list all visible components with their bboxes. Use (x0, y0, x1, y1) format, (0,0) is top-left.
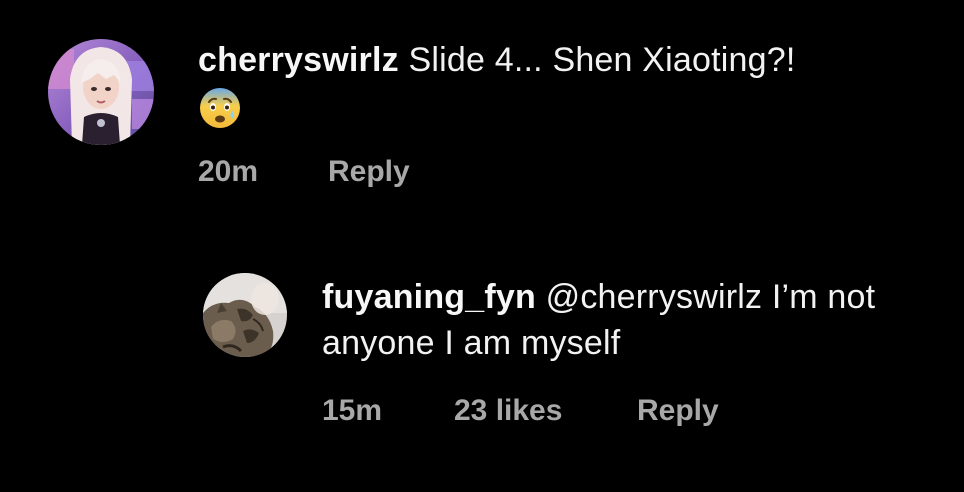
mention-link[interactable]: @cherryswirlz (546, 278, 763, 316)
anxious-face-emoji-icon (198, 86, 242, 130)
comment-body: Slide 4... Shen Xiaoting?! (408, 41, 796, 79)
profile-avatar-cat-icon (203, 273, 287, 357)
likes-count[interactable]: 23 likes (454, 393, 562, 429)
comment-text: cherryswirlz Slide 4... Shen Xiaoting?! (198, 37, 918, 83)
comment-username[interactable]: fuyaning_fyn (322, 278, 536, 316)
profile-avatar-pink-hair-icon (48, 39, 154, 145)
avatar[interactable] (48, 39, 154, 145)
comment-timestamp: 15m (322, 394, 383, 427)
reply-button[interactable]: Reply (328, 154, 410, 190)
avatar[interactable] (203, 273, 287, 357)
comment-timestamp: 20m (198, 155, 259, 188)
comment-text: fuyaning_fyn @cherryswirlz I’m not anyon… (322, 274, 922, 366)
reply-button[interactable]: Reply (637, 393, 719, 429)
comment-username[interactable]: cherryswirlz (198, 41, 399, 79)
